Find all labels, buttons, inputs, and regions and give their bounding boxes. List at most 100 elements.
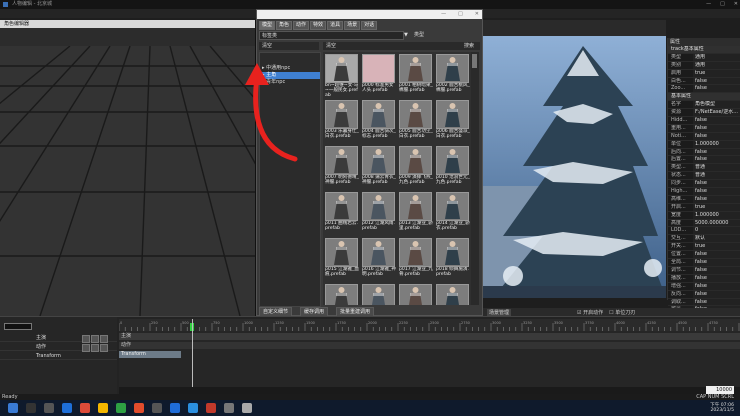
character-card[interactable] <box>362 284 395 305</box>
property-row[interactable]: 白色... false <box>668 77 740 86</box>
property-value[interactable]: 通用 <box>693 53 740 61</box>
property-row[interactable]: LOD... 0 <box>668 227 740 236</box>
property-row[interactable]: 类型... 普通 <box>668 164 740 173</box>
category-dropdown[interactable]: 标签类 <box>259 31 404 40</box>
character-card[interactable]: p009 演绎飞燕_九色.prefab <box>399 146 433 191</box>
property-row[interactable]: 资源 F:/NetEase/逆水... <box>668 109 740 118</box>
option-1-checkbox[interactable]: ☑ 开启动作 <box>577 309 603 316</box>
property-value[interactable]: false <box>693 290 740 298</box>
property-row[interactable]: 后向... false <box>668 148 740 157</box>
property-row[interactable]: 启用 true <box>668 69 740 78</box>
property-value[interactable]: false <box>693 188 740 195</box>
property-value[interactable]: false <box>693 298 740 306</box>
tab-1[interactable]: 角色 <box>276 21 293 30</box>
character-card[interactable]: p004 鹿苦骑次_标志.prefab <box>362 100 396 145</box>
property-value[interactable]: 普通 <box>693 164 740 172</box>
property-row[interactable]: 后置... false <box>668 156 740 165</box>
character-card[interactable]: p008 蒲云青衣_神服.prefab <box>362 146 396 191</box>
dialog-minimize-button[interactable]: — <box>441 10 446 19</box>
property-value[interactable]: false <box>693 124 740 132</box>
search-icon[interactable] <box>26 403 36 413</box>
grid-scrollbar[interactable] <box>471 52 479 305</box>
property-value[interactable]: false <box>693 156 740 164</box>
property-row[interactable]: 开关... true <box>668 243 740 252</box>
property-value[interactable]: false <box>693 266 740 274</box>
time-input[interactable] <box>4 323 32 330</box>
scene-view[interactable] <box>483 36 666 298</box>
property-row[interactable]: High... false <box>668 188 740 196</box>
character-card[interactable]: p013 江湖亚_骄里.prefab <box>399 192 433 237</box>
app-icon-1[interactable] <box>134 403 144 413</box>
property-value[interactable]: true <box>693 243 740 251</box>
close-button[interactable]: ✕ <box>734 0 738 9</box>
option-2-checkbox[interactable]: ☐ 单位刀刃 <box>609 309 635 316</box>
property-value[interactable]: 5000.000000 <box>693 219 740 227</box>
property-row[interactable]: 位置... false <box>668 251 740 260</box>
explorer-icon[interactable] <box>98 403 108 413</box>
taskbar-clock[interactable]: 下午 07:06 2023/11/5 <box>710 403 734 413</box>
track-lock-button[interactable] <box>82 344 90 352</box>
property-row[interactable]: 调节... false <box>668 266 740 275</box>
track-row[interactable]: 动作 <box>0 343 117 352</box>
track-mute-button[interactable] <box>91 335 99 343</box>
chrome-icon[interactable] <box>80 403 90 413</box>
app-icon-4[interactable] <box>188 403 198 413</box>
maximize-button[interactable]: □ <box>720 0 725 9</box>
property-row[interactable]: Zoo... false <box>668 85 740 94</box>
character-card[interactable]: p000 标准男女人头.prefab <box>362 54 395 99</box>
grid-clear-button[interactable]: 清空 <box>326 43 336 49</box>
property-row[interactable]: 增强... false <box>668 282 740 291</box>
property-row[interactable]: 高维... false <box>668 195 740 204</box>
character-card[interactable]: p018 倾舞施演.prefab <box>436 238 469 283</box>
track-lock-button[interactable] <box>82 335 90 343</box>
track-area[interactable]: 主演 动作 Transform <box>119 331 740 393</box>
scene-manage-button[interactable]: 场景管理 <box>487 308 512 316</box>
minimize-button[interactable]: — <box>706 0 711 9</box>
property-value[interactable]: 通用 <box>693 61 740 69</box>
property-value[interactable]: false <box>693 259 740 266</box>
track-mute-button[interactable] <box>91 344 99 352</box>
dialog-close-button[interactable]: ✕ <box>475 10 479 19</box>
property-value[interactable]: true <box>693 69 740 77</box>
property-row[interactable]: 高度 5000.000000 <box>668 219 740 228</box>
property-row[interactable]: 全局... false <box>668 259 740 267</box>
property-value[interactable]: F:/NetEase/逆水... <box>693 109 740 117</box>
character-card[interactable]: p014 江湖亚_骄衣.prefab <box>436 192 470 237</box>
property-value[interactable]: 0 <box>693 227 740 235</box>
tab-0[interactable]: 模型 <box>259 21 276 30</box>
app-icon-5[interactable] <box>206 403 216 413</box>
property-row[interactable]: 类别 通用 <box>668 61 740 70</box>
character-card[interactable]: p011 曲线若云.prefab <box>325 192 358 237</box>
viewport-3d[interactable]: 角色编辑器 <box>0 20 256 316</box>
track-row[interactable]: 主演 <box>0 334 117 343</box>
character-card[interactable]: p002 鹿苦桃风_棉服.prefab <box>436 54 470 99</box>
transform-clip[interactable]: Transform <box>119 351 181 358</box>
track-row[interactable]: Transform <box>0 352 117 360</box>
property-value[interactable]: false <box>693 180 740 188</box>
property-value[interactable]: false <box>693 132 740 140</box>
tab-4[interactable]: 道具 <box>327 21 344 30</box>
property-row[interactable]: 调取... false <box>668 298 740 307</box>
property-value[interactable]: false <box>693 274 740 282</box>
character-card[interactable] <box>436 284 469 305</box>
property-value[interactable]: 角色模型 <box>693 101 740 109</box>
character-card[interactable]: p017 江湖亚_九骨.prefab <box>399 238 433 283</box>
property-row[interactable]: 重用... false <box>668 124 740 133</box>
tree-clear-button[interactable]: 清空 <box>259 42 319 50</box>
property-value[interactable]: 1.000000 <box>693 211 740 219</box>
tab-6[interactable]: 对话 <box>361 21 378 30</box>
property-row[interactable]: Hidd... false <box>668 117 740 125</box>
chevron-down-icon[interactable]: ▼ <box>404 31 412 40</box>
track-solo-button[interactable] <box>100 335 108 343</box>
property-row[interactable]: 同步... false <box>668 180 740 189</box>
grid-search-button[interactable]: 搜索 <box>464 42 474 50</box>
tab-5[interactable]: 场景 <box>344 21 361 30</box>
property-row[interactable]: 反向... false <box>668 290 740 299</box>
character-card[interactable]: bn~超维~女·马~一般民女.prefab <box>325 54 358 99</box>
edge-icon[interactable] <box>62 403 72 413</box>
clip-row-actor[interactable]: 主演 <box>119 333 740 340</box>
time-ruler[interactable]: 0 250 500 750 1000 1250 1500 1750 2000 2250 2500 27… <box>119 319 740 331</box>
tab-2[interactable]: 动作 <box>293 21 310 30</box>
property-row[interactable]: 交互... 默认 <box>668 235 740 244</box>
property-value[interactable]: false <box>693 282 740 290</box>
